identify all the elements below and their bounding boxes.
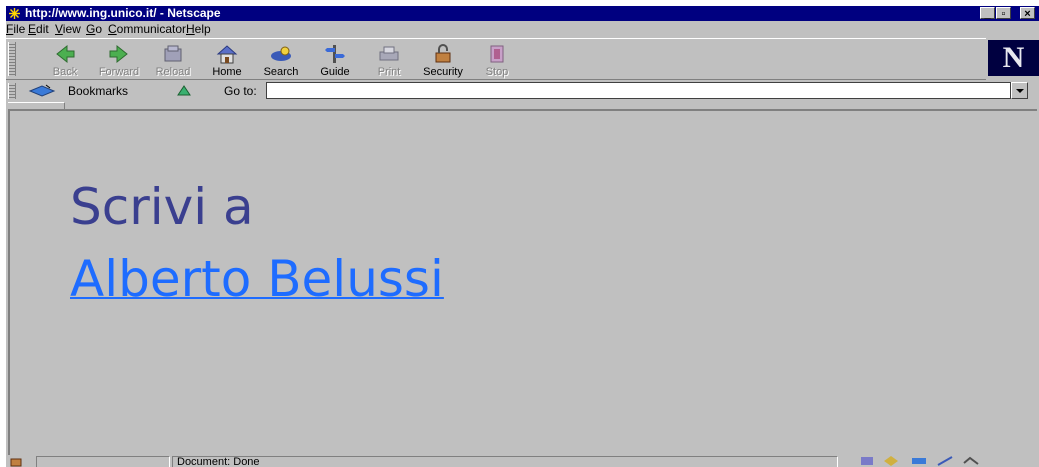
window-title: http://www.ing.unico.it/ - Netscape: [25, 6, 221, 20]
location-icon[interactable]: [176, 83, 192, 99]
location-toolbar: Bookmarks Go to:: [6, 80, 1039, 102]
print-label: Print: [377, 66, 401, 78]
browser-window: http://www.ing.unico.it/ - Netscape _ ▫ …: [6, 6, 1039, 467]
maximize-button[interactable]: ▫: [996, 7, 1011, 20]
goto-label: Go to:: [224, 84, 257, 98]
home-icon: [216, 45, 238, 64]
component-news-icon[interactable]: [910, 455, 928, 467]
print-icon: [379, 46, 399, 61]
reload-label: Reload: [155, 66, 191, 78]
guide-icon: [325, 45, 345, 63]
security-button[interactable]: Security: [416, 40, 470, 80]
minimize-button[interactable]: _: [980, 7, 995, 20]
stop-label: Stop: [485, 66, 509, 78]
component-navigator-icon[interactable]: [858, 455, 876, 467]
location-grip[interactable]: [8, 83, 16, 99]
netscape-app-icon: [9, 8, 20, 19]
status-text: Document: Done: [172, 456, 838, 467]
security-icon: [435, 44, 451, 63]
page-text-block: Scrivi a Alberto Belussi: [70, 171, 444, 315]
component-mail-icon[interactable]: [882, 455, 900, 467]
security-label: Security: [423, 66, 463, 78]
forward-icon: [109, 44, 128, 64]
search-icon: [271, 46, 291, 61]
menu-communicator[interactable]: Communicator: [108, 22, 186, 36]
menu-help[interactable]: Help: [186, 22, 211, 36]
bookmarks-button[interactable]: Bookmarks: [68, 84, 128, 98]
bookmarks-icon[interactable]: [28, 83, 56, 99]
back-button[interactable]: Back: [38, 40, 92, 80]
netscape-logo[interactable]: N: [988, 40, 1039, 76]
reload-button[interactable]: Reload: [146, 40, 200, 80]
page-heading: Scrivi a: [70, 178, 254, 236]
menu-file[interactable]: File: [6, 22, 25, 36]
mail-link-alberto-belussi[interactable]: Alberto Belussi: [70, 250, 444, 308]
url-input[interactable]: [266, 82, 1011, 99]
back-icon: [56, 44, 75, 64]
search-button[interactable]: Search: [254, 40, 308, 80]
guide-button[interactable]: Guide: [308, 40, 362, 80]
search-label: Search: [263, 66, 299, 78]
guide-label: Guide: [320, 66, 350, 78]
menu-bar: File Edit View Go Communicator Help: [6, 21, 1039, 37]
menu-edit[interactable]: Edit: [28, 22, 49, 36]
component-conference-icon[interactable]: [962, 455, 980, 467]
forward-button[interactable]: Forward: [92, 40, 146, 80]
forward-label: Forward: [98, 66, 140, 78]
toolbar-grip[interactable]: [8, 42, 16, 76]
stop-icon: [490, 45, 504, 63]
close-button[interactable]: ×: [1020, 7, 1035, 20]
title-bar[interactable]: http://www.ing.unico.it/ - Netscape _ ▫ …: [6, 6, 1039, 21]
status-bar: Document: Done: [6, 455, 1039, 467]
url-dropdown-button[interactable]: [1011, 82, 1028, 99]
navigation-toolbar: Back Forward Reload Home Search Guide Pr…: [6, 38, 986, 80]
component-composer-icon[interactable]: [936, 455, 954, 467]
stop-button[interactable]: Stop: [470, 40, 524, 80]
security-lock-icon[interactable]: [8, 455, 26, 467]
back-label: Back: [52, 66, 78, 78]
page-content: Scrivi a Alberto Belussi: [8, 109, 1037, 457]
home-button[interactable]: Home: [200, 40, 254, 80]
menu-go[interactable]: Go: [86, 22, 102, 36]
status-progress: [36, 456, 170, 467]
home-label: Home: [212, 66, 242, 78]
print-button[interactable]: Print: [362, 40, 416, 80]
reload-icon: [164, 45, 182, 62]
menu-view[interactable]: View: [55, 22, 81, 36]
